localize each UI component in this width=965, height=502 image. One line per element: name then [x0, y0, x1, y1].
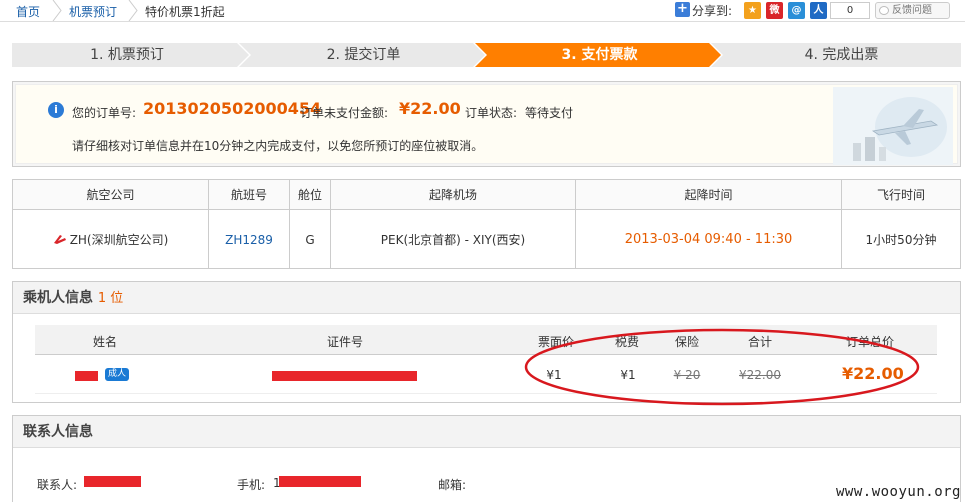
breadcrumb-current: 特价机票1折起 — [145, 5, 225, 19]
airports: PEK(北京首都) - XIY(西安) — [380, 233, 526, 247]
header-insurance: 保险 — [674, 335, 699, 349]
feedback-button[interactable]: 反馈问题 — [875, 2, 950, 19]
order-number-label: 您的订单号: — [72, 106, 137, 120]
passenger-count: 1 位 — [97, 291, 124, 306]
header-airline: 航空公司 — [86, 188, 135, 202]
booking-steps: 1. 机票预订 2. 提交订单 3. 支付票款 4. 完成出票 — [12, 43, 961, 67]
passenger-section-title: 乘机人信息 1 位 — [13, 282, 960, 314]
email-label: 邮箱: — [438, 478, 467, 492]
airplane-illustration — [833, 87, 953, 165]
weibo-share-icon[interactable]: 微 — [766, 2, 783, 19]
order-status: 等待支付 — [525, 106, 574, 120]
passenger-row: 成人 ¥1 ¥1 ¥ 20 ¥22.00 ¥22.00 — [35, 356, 937, 394]
header-airports: 起降机场 — [428, 188, 477, 202]
passenger-table-header: 姓名 证件号 票面价 税费 保险 合计 订单总价 — [35, 325, 937, 355]
step-3-active: 3. 支付票款 — [561, 47, 638, 63]
passenger-section: 乘机人信息 1 位 姓名 证件号 票面价 税费 保险 合计 订单总价 成人 ¥1… — [12, 281, 961, 403]
tax-value: ¥1 — [620, 368, 636, 382]
speech-bubble-icon — [879, 6, 889, 15]
header-cabin: 舱位 — [297, 188, 322, 202]
step-1: 1. 机票预订 — [90, 47, 164, 63]
breadcrumb-home[interactable]: 首页 — [16, 3, 40, 20]
flight-duration: 1小时50分钟 — [865, 233, 937, 247]
feedback-label: 反馈问题 — [892, 5, 932, 16]
redacted-phone — [279, 476, 361, 487]
redacted-id-number — [272, 371, 417, 381]
watermark: www.wooyun.org — [835, 484, 961, 500]
qzone-share-icon[interactable]: ★ — [744, 2, 761, 19]
contact-name-label: 联系人: — [37, 478, 78, 492]
step-2: 2. 提交订单 — [326, 47, 401, 63]
step-4: 4. 完成出票 — [804, 47, 879, 63]
redacted-name — [75, 371, 98, 381]
unpaid-amount: ¥22.00 — [399, 99, 461, 118]
contact-section: 联系人信息 联系人: 手机: 1 邮箱: — [12, 415, 961, 502]
header-time: 起降时间 — [684, 188, 733, 202]
header-duration: 飞行时间 — [876, 188, 925, 202]
header-subtotal: 合计 — [747, 335, 772, 349]
breadcrumb-separator-icon — [52, 0, 62, 21]
share-bar: + 分享到: ★ 微 @ 人 0 反馈问题 — [675, 2, 965, 20]
order-summary: i 您的订单号: 2013020502000454 订单未支付金额: ¥22.0… — [12, 81, 961, 167]
insurance-value: ¥ 20 — [673, 368, 701, 382]
order-total-value: ¥22.00 — [842, 364, 904, 383]
order-number: 2013020502000454 — [143, 99, 322, 118]
airline-name: ZH(深圳航空公司) — [69, 233, 169, 247]
share-plus-icon[interactable]: + — [675, 2, 690, 17]
passenger-title: 乘机人信息 — [23, 290, 93, 306]
share-label: 分享到: — [692, 4, 733, 18]
renren-share-icon[interactable]: 人 — [810, 2, 827, 19]
header-fare: 票面价 — [537, 335, 574, 349]
info-icon: i — [48, 102, 64, 118]
top-bar: 首页 机票预订 特价机票1折起 + 分享到: ★ 微 @ 人 0 反馈问题 — [0, 0, 965, 22]
subtotal-value: ¥22.00 — [739, 368, 781, 382]
header-name: 姓名 — [92, 335, 117, 349]
shenzhen-airlines-logo-icon — [53, 235, 66, 244]
header-id-number: 证件号 — [326, 335, 363, 349]
unpaid-amount-label: 订单未支付金额: — [300, 106, 389, 120]
order-status-label: 订单状态: — [465, 106, 518, 120]
redacted-contact-name — [84, 476, 141, 487]
payment-deadline-note: 请仔细核对订单信息并在10分钟之内完成支付，以免您所预订的座位被取消。 — [72, 139, 484, 153]
flight-time: 2013-03-04 09:40 - 11:30 — [624, 232, 793, 247]
phone-label: 手机: — [237, 478, 266, 492]
contact-section-title: 联系人信息 — [13, 416, 960, 448]
fare-value: ¥1 — [546, 368, 562, 382]
adult-badge: 成人 — [105, 368, 130, 381]
header-tax: 税费 — [614, 335, 639, 349]
breadcrumb-separator-icon — [128, 0, 138, 21]
header-flight-number: 航班号 — [230, 188, 267, 202]
flight-table: 航空公司 航班号 舱位 起降机场 起降时间 飞行时间 ZH(深圳航空公司) ZH… — [12, 179, 961, 269]
breadcrumb-booking[interactable]: 机票预订 — [69, 3, 117, 20]
flight-number-link[interactable]: ZH1289 — [209, 211, 289, 269]
tencent-weibo-share-icon[interactable]: @ — [788, 2, 805, 19]
header-order-total: 订单总价 — [845, 335, 894, 349]
share-count: 0 — [830, 2, 870, 19]
airline-cell: ZH(深圳航空公司) — [13, 211, 208, 269]
cabin-class: G — [305, 233, 315, 247]
